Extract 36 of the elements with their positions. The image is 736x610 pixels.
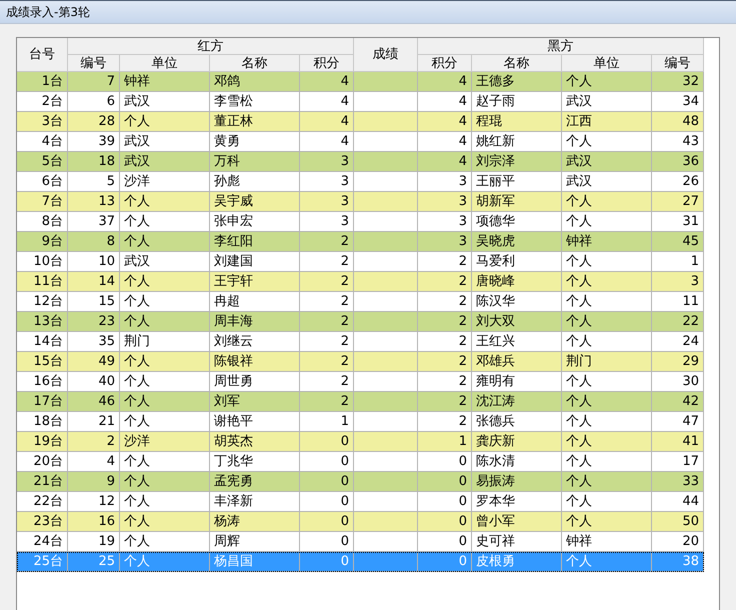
table-row[interactable]: 11台 14 个人 王宇轩 2 2 唐晓峰 个人 3 xyxy=(17,272,704,292)
table-cell: 杨昌国 xyxy=(210,552,300,572)
table-row[interactable]: 19台 2 沙洋 胡英杰 0 1 龚庆新 个人 41 xyxy=(17,432,704,452)
table-cell: 个人 xyxy=(562,552,652,572)
header-cell: 黑方 xyxy=(418,38,704,55)
table-row[interactable]: 14台 35 荆门 刘继云 2 2 王红兴 个人 24 xyxy=(17,332,704,352)
table-cell: 个人 xyxy=(120,552,210,572)
header-cell: 红方 xyxy=(68,38,354,55)
table-row[interactable]: 22台 12 个人 丰泽新 0 0 罗本华 个人 44 xyxy=(17,492,704,512)
table-row[interactable]: 4台 39 武汉 黄勇 4 4 姚红新 个人 43 xyxy=(17,132,704,152)
table-row[interactable]: 5台 18 武汉 万科 3 4 刘宗泽 武汉 36 xyxy=(17,152,704,172)
table-cell: 38 xyxy=(652,552,704,572)
table-cell: 0 xyxy=(300,552,354,572)
table-row[interactable]: 16台 40 个人 周世勇 2 2 雍明有 个人 30 xyxy=(17,372,704,392)
window-title: 成绩录入-第3轮 xyxy=(6,4,90,20)
table-row[interactable]: 24台 19 个人 周辉 0 0 史可祥 钟祥 20 xyxy=(17,532,704,552)
table-row[interactable]: 17台 46 个人 刘军 2 2 沈江涛 个人 42 xyxy=(17,392,704,412)
table-cell: 25 xyxy=(68,552,120,572)
table-row[interactable]: 8台 37 个人 张申宏 3 3 项德华 个人 31 xyxy=(17,212,704,232)
table-row[interactable]: 7台 13 个人 吴宇威 3 3 胡新军 个人 27 xyxy=(17,192,704,212)
table-row[interactable]: 1台 7 钟祥 邓鸽 4 4 王德多 个人 32 xyxy=(17,72,704,92)
table-row[interactable]: 12台 15 个人 冉超 2 2 陈汉华 个人 11 xyxy=(17,292,704,312)
table-row[interactable]: 20台 4 个人 丁兆华 0 0 陈水清 个人 17 xyxy=(17,452,704,472)
table-cell: 0 xyxy=(418,552,472,572)
table-row[interactable]: 21台 9 个人 孟宪勇 0 0 易振涛 个人 33 xyxy=(17,472,704,492)
table-row[interactable]: 3台 28 个人 董正林 4 4 程琨 江西 48 xyxy=(17,112,704,132)
table-row[interactable]: 18台 21 个人 谢艳平 1 2 张德兵 个人 47 xyxy=(17,412,704,432)
table-row[interactable]: 10台 10 武汉 刘建国 2 2 马爱利 个人 1 xyxy=(17,252,704,272)
table-cell: 25台 xyxy=(17,552,68,572)
table-row[interactable]: 15台 49 个人 陈银祥 2 2 邓雄兵 荆门 29 xyxy=(17,352,704,372)
table-cell: 皮根勇 xyxy=(472,552,562,572)
table-row[interactable]: 23台 16 个人 杨涛 0 0 曾小军 个人 50 xyxy=(17,512,704,532)
table-row[interactable]: 13台 23 个人 周丰海 2 2 刘大双 个人 22 xyxy=(17,312,704,332)
table-row[interactable]: 2台 6 武汉 李雪松 4 4 赵子雨 武汉 34 xyxy=(17,92,704,112)
table-row[interactable]: 6台 5 沙洋 孙彪 3 3 王丽平 武汉 26 xyxy=(17,172,704,192)
table-row[interactable]: 9台 8 个人 李红阳 2 3 吴晓虎 钟祥 45 xyxy=(17,232,704,252)
